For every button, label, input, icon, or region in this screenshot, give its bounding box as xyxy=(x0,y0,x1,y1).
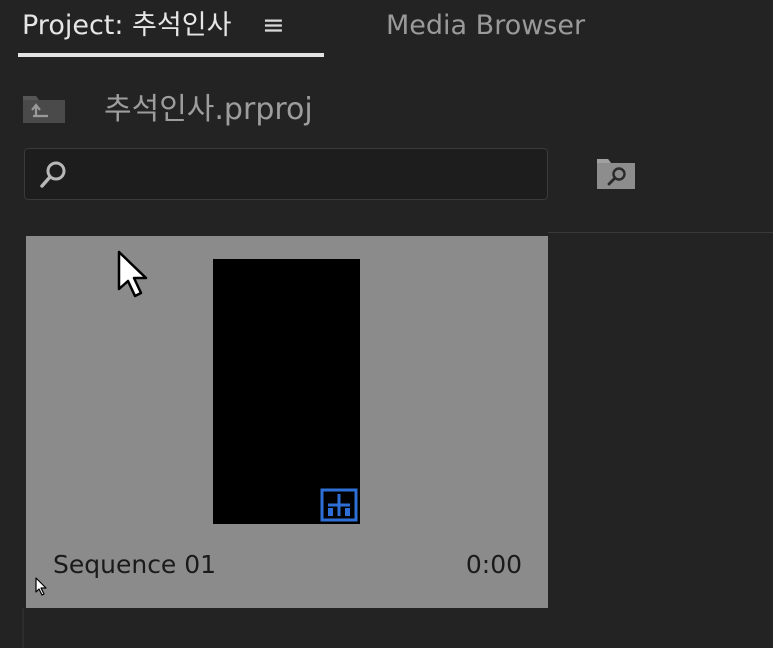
mouse-pointer-icon xyxy=(116,250,152,300)
sequence-icon xyxy=(320,488,358,522)
panel-tab-bar: Project: 추석인사 ≡ Media Browser xyxy=(0,0,773,58)
tab-media-browser[interactable]: Media Browser xyxy=(386,0,585,56)
folder-up-icon[interactable] xyxy=(22,92,66,124)
divider xyxy=(22,608,24,648)
mouse-pointer-icon xyxy=(35,577,49,597)
sequence-name: Sequence 01 xyxy=(53,550,217,579)
sequence-thumbnail[interactable] xyxy=(213,259,360,524)
search-input[interactable] xyxy=(24,148,548,200)
hamburger-menu-icon[interactable]: ≡ xyxy=(262,0,285,52)
tab-media-browser-label: Media Browser xyxy=(386,10,586,41)
sequence-item-tile[interactable]: Sequence 01 0:00 xyxy=(26,236,548,608)
active-tab-indicator xyxy=(18,53,324,57)
find-in-bin-icon[interactable] xyxy=(596,156,636,190)
sequence-duration: 0:00 xyxy=(465,550,522,579)
tab-project-label: Project: 추석인사 xyxy=(22,10,232,41)
project-panel: Project: 추석인사 ≡ Media Browser 추석인사.prpro… xyxy=(0,0,773,648)
tab-project[interactable]: Project: 추석인사 ≡ xyxy=(22,0,285,56)
search-icon xyxy=(37,159,69,191)
path-row: 추석인사.prproj xyxy=(0,76,773,136)
project-file-name: 추석인사.prproj xyxy=(104,92,313,127)
